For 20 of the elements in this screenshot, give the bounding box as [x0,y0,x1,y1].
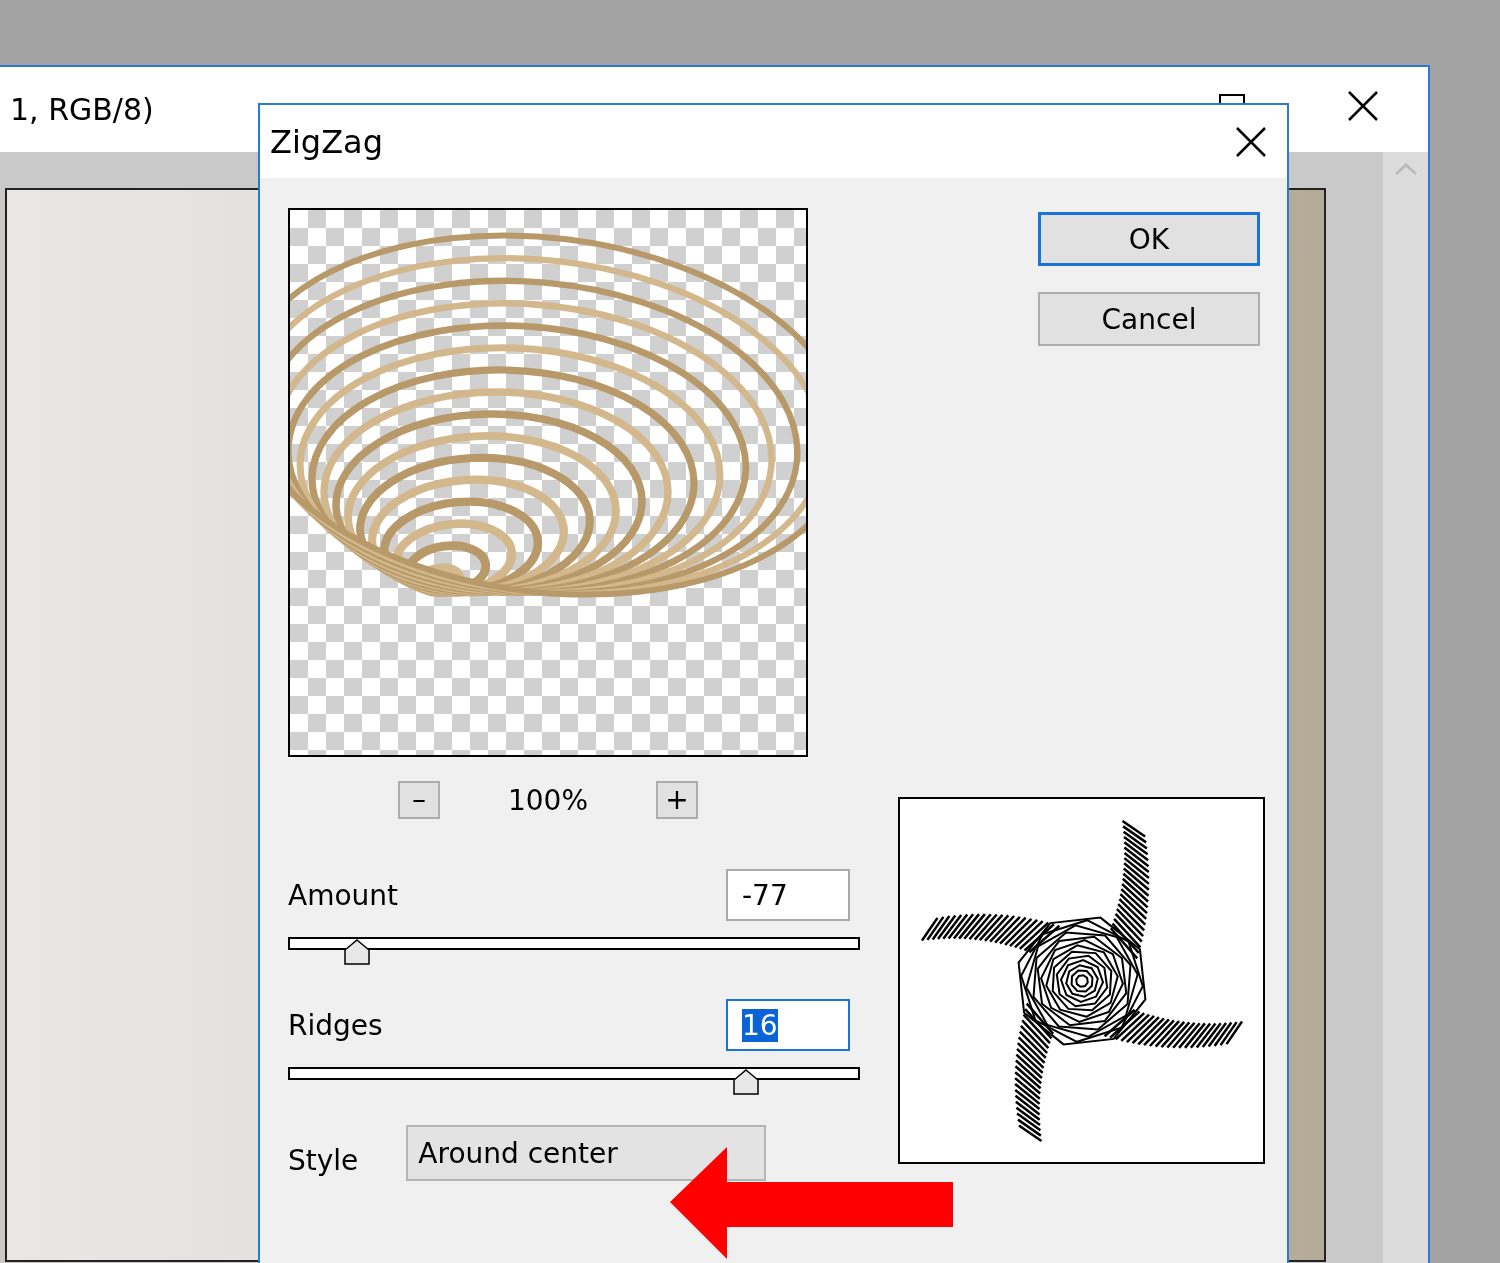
close-icon[interactable] [1235,125,1267,158]
slider-label: Ridges [288,1008,383,1042]
slider[interactable] [288,937,860,965]
zoom-out-button[interactable]: – [397,781,440,819]
slider-handle[interactable] [732,1069,759,1095]
slider-handle[interactable] [343,939,370,965]
zoom-level: 100% [507,783,589,817]
scrollbar[interactable] [1383,152,1428,1263]
window-title: 1, RGB/8) [10,92,154,127]
style-dropdown[interactable]: Around center [406,1125,767,1181]
slider-label: Amount [288,878,399,912]
zoom-in-button[interactable]: + [656,781,699,819]
value-field[interactable]: 16 [726,999,850,1051]
dropdown-label: Style [288,1142,359,1177]
cancel-button[interactable]: Cancel [1038,292,1260,346]
ok-button[interactable]: OK [1038,212,1260,266]
value-field[interactable]: -77 [726,869,850,921]
dialog-title: ZigZag [270,122,383,161]
close-icon[interactable] [1346,89,1380,123]
slider[interactable] [288,1067,860,1095]
